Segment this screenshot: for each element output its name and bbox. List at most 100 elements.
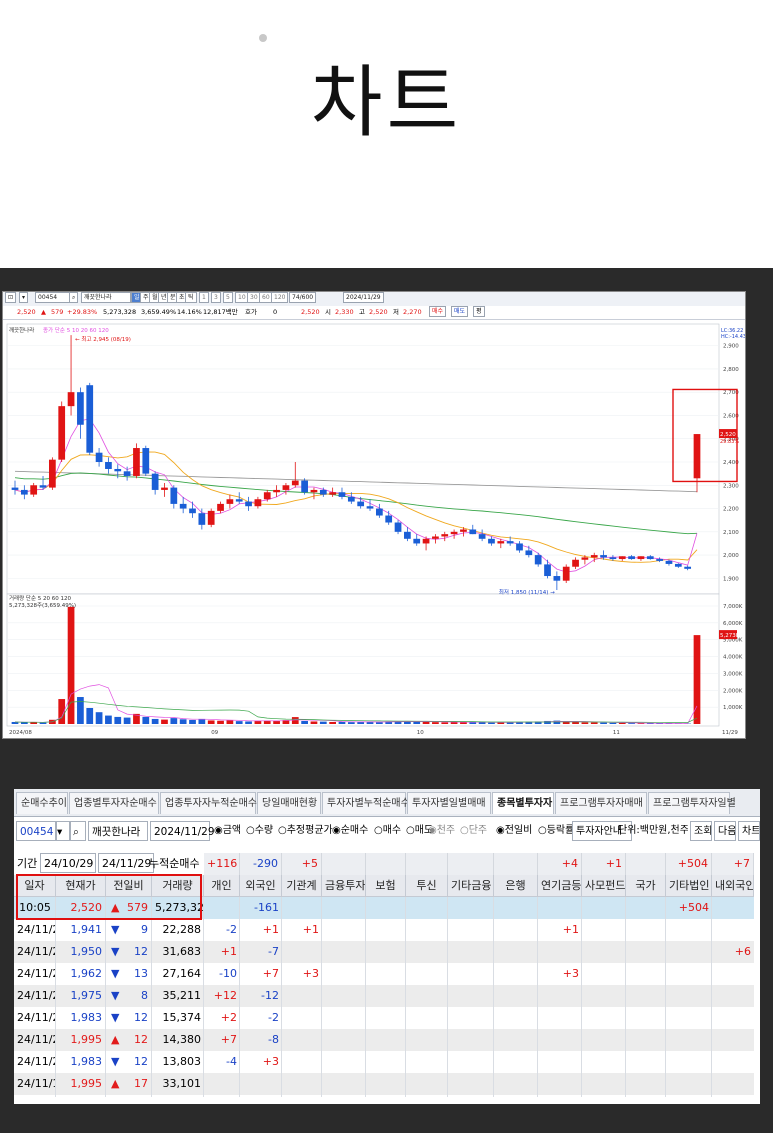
count-field[interactable]: 74/600 <box>289 292 317 303</box>
column-header[interactable]: 연기금등 <box>538 875 582 897</box>
x-axis-label: 11 <box>613 730 620 736</box>
column-header[interactable]: 사모펀드 <box>582 875 626 897</box>
candle-body <box>450 531 458 535</box>
candle-body <box>319 489 327 495</box>
candle-body <box>207 510 215 525</box>
row-foreign: +3 <box>262 1055 279 1068</box>
column-header[interactable]: 내외국인 <box>712 875 754 897</box>
column-header[interactable]: 개인 <box>204 875 240 897</box>
table-stock-code[interactable]: 00454 <box>16 821 56 841</box>
volume-tick-label: 7,000K <box>723 604 743 610</box>
table-search-icon[interactable]: ⌕ <box>70 821 86 841</box>
tab-9[interactable]: 프로그램투자자일별 <box>648 792 736 814</box>
volume-bar <box>161 719 168 724</box>
column-divider <box>625 897 626 1097</box>
volume-bar <box>413 721 421 724</box>
tab-6[interactable]: 투자자별일별매매 <box>407 792 491 814</box>
row-pension <box>538 1051 582 1073</box>
down-arrow-icon: ▼ <box>111 967 120 980</box>
candle-body <box>329 492 337 495</box>
volume-bar <box>179 719 187 724</box>
row-other-corp <box>666 985 712 1007</box>
candle-body <box>273 489 280 493</box>
stock-code-input[interactable]: 00454 <box>35 292 71 303</box>
tab-5[interactable]: 투자자별누적순매수 <box>322 792 410 814</box>
volume-tick-label: 3,000K <box>723 671 743 677</box>
column-header[interactable]: 보험 <box>366 875 406 897</box>
row-dom-foreign <box>712 1007 754 1029</box>
row-foreign: -12 <box>261 989 279 1002</box>
column-header[interactable]: 기타금융 <box>448 875 494 897</box>
chart-menu-icon[interactable]: ⊡ <box>5 292 17 303</box>
tab-8[interactable]: 프로그램투자자매매 <box>555 792 647 814</box>
period-from-input[interactable]: 24/10/29 <box>40 853 96 873</box>
tab-2[interactable]: 업종별투자자순매수 <box>69 792 159 814</box>
sell-button[interactable]: 매도 <box>451 306 469 317</box>
candle-body <box>49 459 56 488</box>
code-dropdown-icon[interactable]: ▾ <box>56 821 70 841</box>
column-header[interactable]: 기타법인 <box>666 875 712 897</box>
buy-button[interactable]: 매수 <box>429 306 447 317</box>
tab-7[interactable]: 종목별투자자 <box>492 792 554 814</box>
trade-amount: 12,817백만 <box>203 308 238 316</box>
chart-settings-icon[interactable]: ▾ <box>19 292 29 303</box>
candle-body <box>133 448 140 476</box>
stock-chart[interactable]: 2,9002,8002,7002,6002,5002,4002,3002,200… <box>3 320 746 739</box>
column-divider <box>665 897 666 1097</box>
candle-body <box>684 566 692 569</box>
tab-1[interactable]: 순매수추이 <box>16 792 68 814</box>
volume-bar <box>628 723 635 724</box>
summary-cell <box>494 853 538 875</box>
column-divider <box>581 897 582 1097</box>
tab-4[interactable]: 당일매매현황 <box>257 792 321 814</box>
candle-body <box>67 392 75 407</box>
table-date-input[interactable]: 2024/11/29 <box>150 821 215 841</box>
stock-name-field[interactable]: 깨끗한나라 <box>81 292 131 303</box>
summary-cell <box>448 853 494 875</box>
period-1-button[interactable]: 1 <box>199 292 209 303</box>
chart-button[interactable]: 차트 <box>738 821 760 841</box>
candle-body <box>656 559 663 561</box>
radio-0-2[interactable]: ○추정평균가 <box>278 821 333 841</box>
row-foreign: -7 <box>268 945 279 958</box>
row-foreign <box>240 1073 282 1095</box>
low-price: 2,270 <box>403 308 422 316</box>
radio-2-0[interactable]: ◉천주 <box>428 821 455 841</box>
column-header[interactable]: 외국인 <box>240 875 282 897</box>
tab-3[interactable]: 업종투자자누적순매수 <box>160 792 257 814</box>
period-120-button[interactable]: 120 <box>271 292 289 303</box>
next-button[interactable]: 다음 <box>714 821 736 841</box>
radio-3-0[interactable]: ◉전일비 <box>496 821 532 841</box>
radio-0-1[interactable]: ○수량 <box>246 821 273 841</box>
period-3-button[interactable]: 3 <box>211 292 221 303</box>
radio-3-1[interactable]: ○등락률 <box>538 821 574 841</box>
row-diff-value: 17 <box>134 1077 148 1090</box>
column-header[interactable]: 국가 <box>626 875 666 897</box>
column-header[interactable]: 투신 <box>406 875 448 897</box>
row-other-corp <box>666 919 712 941</box>
candle-body <box>375 508 383 516</box>
query-button[interactable]: 조회 <box>690 821 712 841</box>
row-volume: 14,380 <box>162 1033 202 1046</box>
row-date: 24/11/20 <box>17 1055 56 1068</box>
column-header[interactable]: 기관계 <box>282 875 322 897</box>
column-header[interactable]: 은행 <box>494 875 538 897</box>
radio-1-1[interactable]: ○매수 <box>374 821 401 841</box>
column-header[interactable]: 금융투자 <box>322 875 366 897</box>
radio-1-0[interactable]: ◉순매수 <box>332 821 368 841</box>
candle-body <box>497 541 505 544</box>
row-diff: ▼ 9 <box>106 919 152 941</box>
extra-button[interactable]: 평 <box>473 306 485 317</box>
search-icon[interactable]: ⌕ <box>69 292 79 303</box>
summary-cell: +5 <box>282 853 322 875</box>
volume-bar <box>338 721 346 724</box>
timeframe-7-button[interactable]: 틱 <box>185 292 197 303</box>
period-5-button[interactable]: 5 <box>223 292 233 303</box>
radio-0-0[interactable]: ◉금액 <box>214 821 241 841</box>
row-volume: 22,288 <box>162 923 202 936</box>
chart-toolbar: ⊡ ▾ 00454 ⌕ 깨끗한나라 일주월년분초틱 1 3 5 10 30 60 120 7… <box>3 292 745 307</box>
chart-date-field[interactable]: 2024/11/29 <box>343 292 384 303</box>
column-divider <box>151 897 152 1097</box>
radio-2-1[interactable]: ○단주 <box>460 821 487 841</box>
row-price: 1,962 <box>70 967 103 980</box>
